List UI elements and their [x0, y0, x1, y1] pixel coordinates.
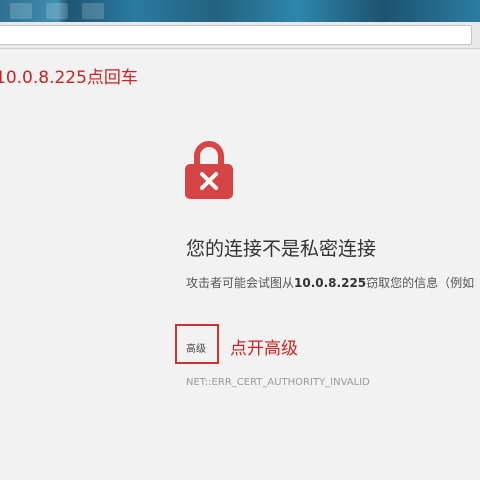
browser-toolbar — [0, 22, 480, 49]
advanced-button[interactable]: 高级 — [186, 340, 206, 355]
error-description: 攻击者可能会试图从10.0.8.225窃取您的信息（例如 — [186, 274, 474, 291]
taskbar — [0, 0, 480, 22]
description-host: 10.0.8.225 — [294, 276, 367, 290]
error-code: NET::ERR_CERT_AUTHORITY_INVALID — [186, 377, 370, 388]
taskbar-app-icon[interactable] — [10, 3, 32, 19]
taskbar-app-icon[interactable] — [46, 3, 68, 19]
error-title: 您的连接不是私密连接 — [186, 238, 377, 260]
padlock-with-x-icon — [185, 141, 233, 199]
annotation-press-enter: 10.0.8.225点回车 — [0, 68, 138, 88]
description-suffix: 窃取您的信息（例如 — [366, 276, 475, 290]
description-prefix: 攻击者可能会试图从 — [186, 276, 295, 290]
annotation-open-advanced: 点开高级 — [230, 339, 298, 359]
address-bar-input[interactable] — [0, 25, 472, 45]
taskbar-app-icon[interactable] — [82, 3, 104, 19]
